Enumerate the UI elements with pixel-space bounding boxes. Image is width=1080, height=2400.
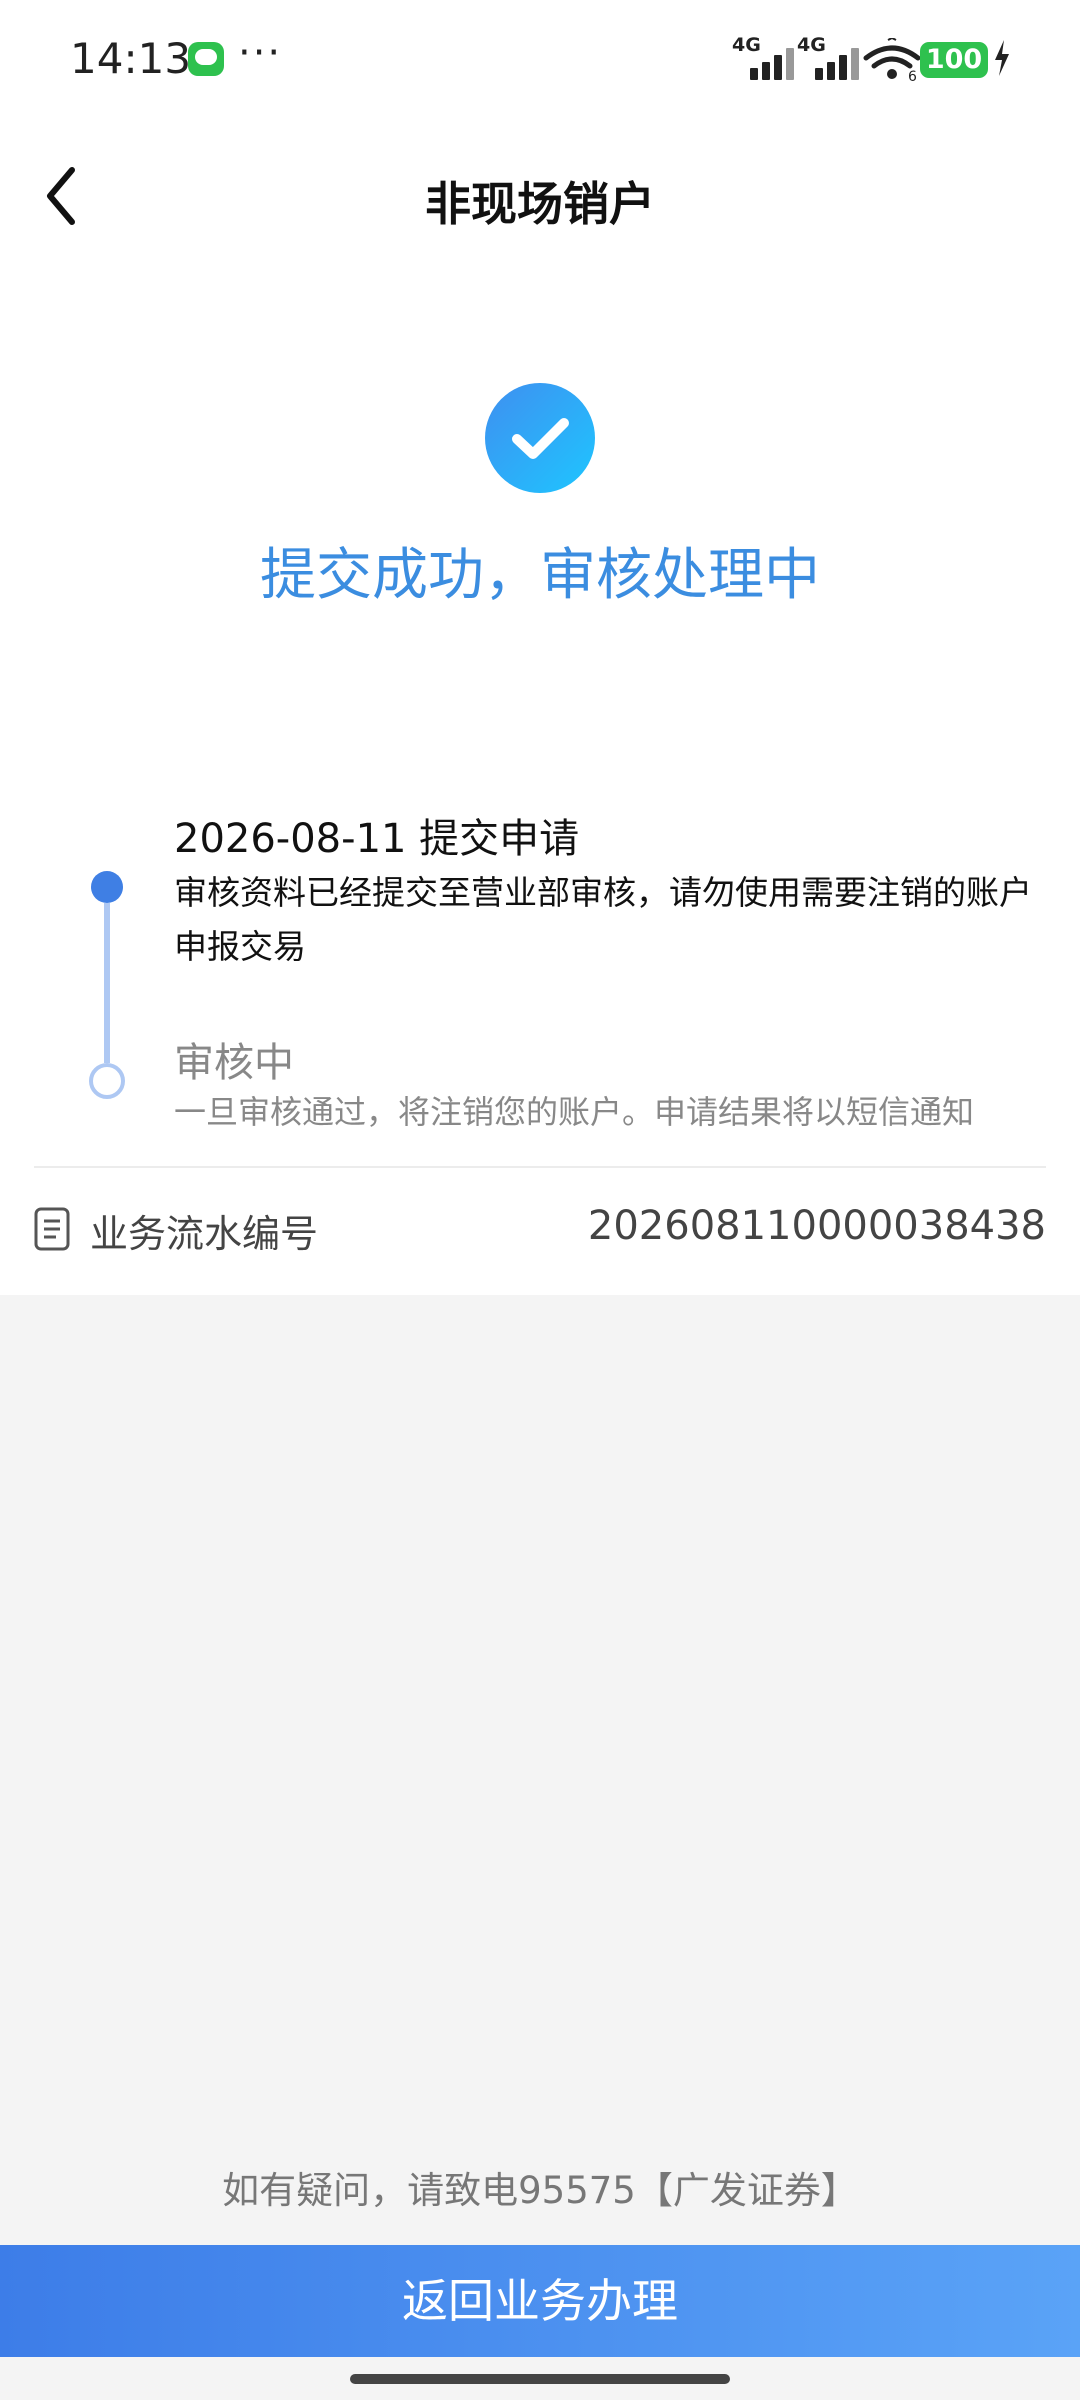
network-type-label: 4G bbox=[797, 34, 826, 56]
success-check-icon bbox=[485, 383, 595, 493]
document-icon bbox=[34, 1207, 70, 1251]
charging-icon bbox=[994, 40, 1010, 76]
timeline-step-desc: 一旦审核通过，将注销您的账户。申请结果将以短信通知 bbox=[174, 1093, 975, 1131]
contact-info: 如有疑问，请致电95575【广发证券】 bbox=[222, 2169, 858, 2212]
timeline-step-title: 审核中 bbox=[174, 1040, 294, 1086]
serial-value: 202608110000038438 bbox=[587, 1203, 1046, 1249]
battery-indicator: 100 bbox=[920, 42, 988, 78]
return-business-button[interactable]: 返回业务办理 bbox=[0, 2245, 1080, 2357]
timeline-step-desc: 审核资料已经提交至营业部审核，请勿使用需要注销的账户申报交易 bbox=[174, 873, 1032, 966]
wifi-icon: 6 bbox=[862, 36, 922, 85]
network-type-label: 4G bbox=[732, 34, 761, 56]
home-indicator[interactable] bbox=[350, 2374, 730, 2384]
serial-label: 业务流水编号 bbox=[90, 1212, 319, 1256]
divider bbox=[34, 1166, 1046, 1168]
timeline-step-title: 2026-08-11 提交申请 bbox=[174, 816, 580, 862]
status-time: 14:13 bbox=[70, 34, 192, 83]
wifi-badge: 6 bbox=[908, 69, 917, 82]
messages-icon bbox=[188, 42, 224, 76]
page-title: 非现场销户 bbox=[425, 177, 655, 231]
more-notifications-icon: ··· bbox=[238, 30, 283, 76]
result-message: 提交成功，审核处理中 bbox=[260, 543, 820, 608]
timeline-connector bbox=[104, 903, 110, 1063]
timeline-dot-pending bbox=[89, 1063, 125, 1099]
timeline-dot-active bbox=[91, 871, 123, 903]
